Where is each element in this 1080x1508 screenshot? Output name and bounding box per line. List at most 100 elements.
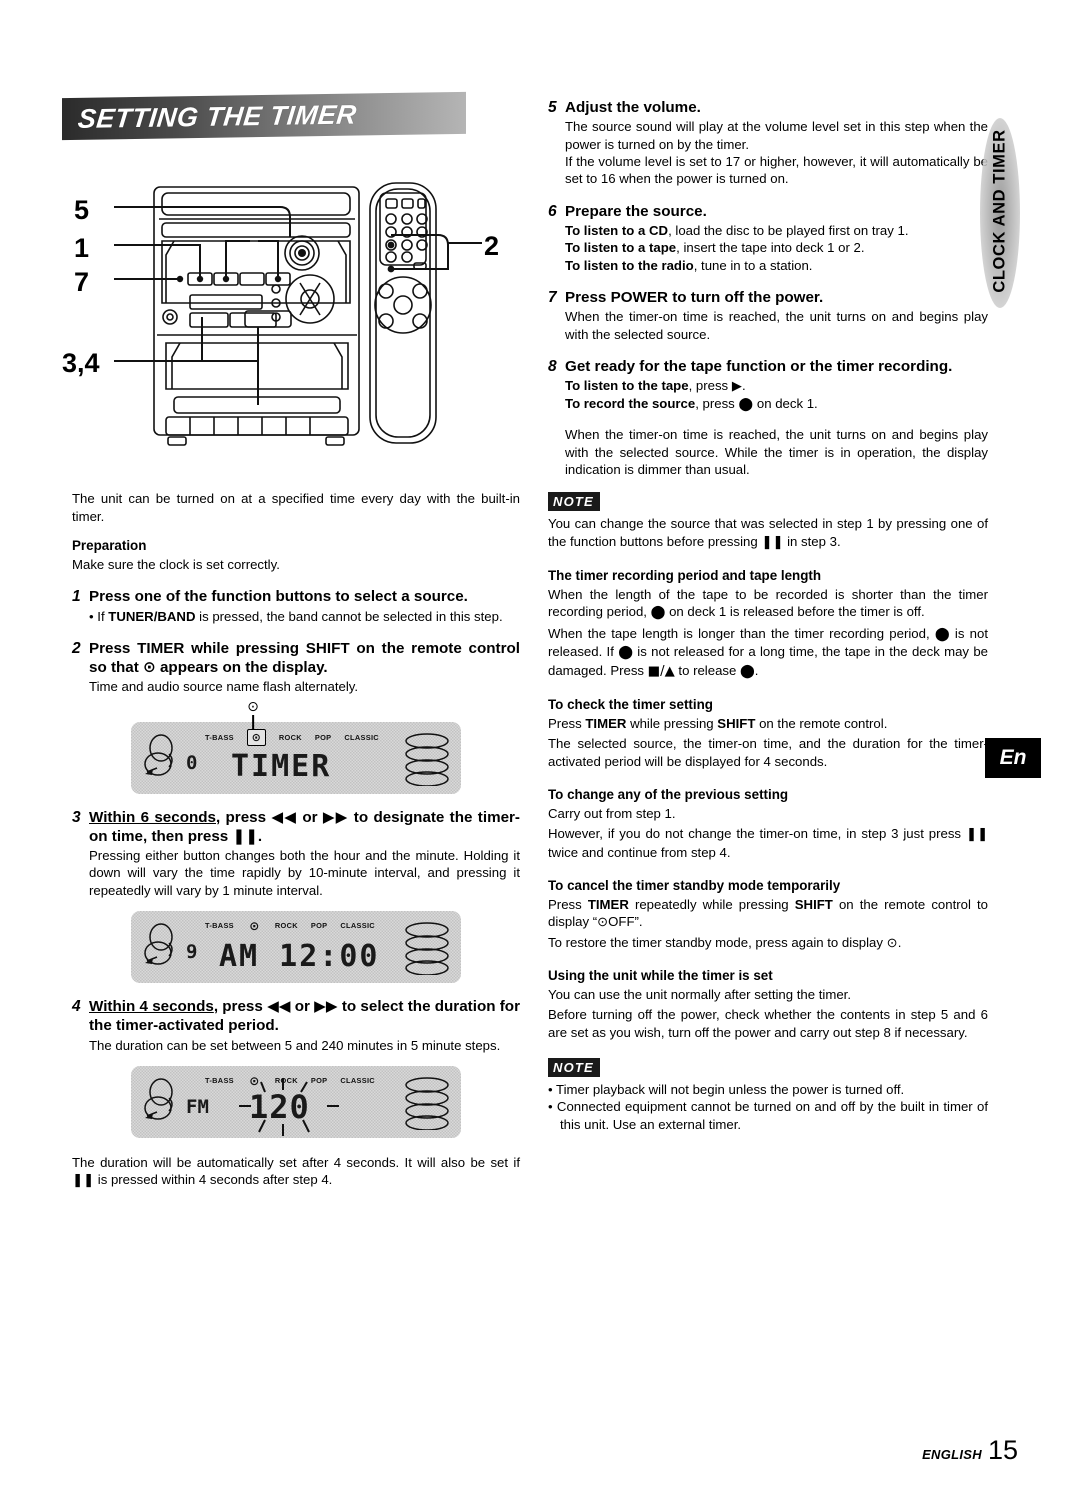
lcd-knob-graphic (144, 923, 173, 966)
rewind-icon: ◀◀ (267, 997, 291, 1016)
change-setting-heading: To change any of the previous setting (548, 787, 789, 803)
intro-paragraph: The unit can be turned on at a specified… (72, 491, 520, 524)
using-unit-p1: You can use the unit normally after sett… (548, 986, 851, 1002)
step-6-number: 6 (548, 202, 557, 220)
step-1-title: Press one of the function buttons to sel… (89, 588, 468, 606)
step-8-after-text: When the timer-on time is reached, the u… (565, 427, 988, 478)
step-8-line-2-bold: To record the source (565, 395, 696, 411)
lcd-mode-labels: T-BASS ⊙ ROCK POP CLASSIC (205, 918, 375, 933)
step-2-title: Press TIMER while pressing SHIFT on the … (89, 640, 520, 677)
step-5-title: Adjust the volume. (565, 99, 701, 116)
step-4-detail: The duration can be set between 5 and 24… (89, 1037, 501, 1053)
cancel-p1-timer: TIMER (587, 896, 629, 912)
lcd-figure-2-wrap: T-BASS ⊙ ROCK POP CLASSIC 9 AM 12:00 (72, 911, 520, 984)
note-badge-2: NOTE (548, 1057, 600, 1077)
step-7-detail: When the timer-on time is reached, the u… (565, 309, 988, 342)
step-1: 1 Press one of the function buttons to s… (72, 587, 520, 625)
clock-icon: ⊙ (143, 658, 156, 677)
step-7: 7 Press POWER to turn off the power. Whe… (548, 288, 988, 343)
step-5: 5 Adjust the volume. The source sound wi… (548, 98, 988, 188)
step-6: 6 Prepare the source. To listen to a CD,… (548, 202, 988, 274)
stop-eject-icon: ■/▲ (647, 663, 675, 679)
side-tab-label: CLOCK AND TIMER (990, 129, 1009, 293)
note-badge-1: NOTE (548, 492, 600, 512)
step-6-line-3-rest: , tune in to a station. (693, 257, 813, 273)
step-2: 2 Press TIMER while pressing SHIFT on th… (72, 639, 520, 696)
fast-forward-icon: ▶▶ (314, 997, 338, 1016)
footer-language-label: ENGLISH (922, 1447, 982, 1462)
label-classic: CLASSIC (344, 732, 379, 742)
step-1-bullet: • If TUNER/BAND is pressed, the band can… (89, 608, 503, 624)
record-icon: ⬤ (650, 605, 666, 621)
step-3-title: Within 6 seconds, press ◀◀ or ▶▶ to desi… (89, 807, 520, 845)
lcd-disc-stack-graphic (405, 922, 449, 976)
system-diagram-svg (114, 182, 482, 446)
page-footer: ENGLISH 15 (922, 1435, 1018, 1466)
recording-section-heading: The timer recording period and tape leng… (548, 568, 822, 584)
clock-indicator-pointer: ⊙ (247, 700, 259, 729)
step-6-line-1-rest: , load the disc to be played first on tr… (668, 222, 909, 238)
lcd2-prefix: 9 (186, 941, 198, 964)
left-closing-text: The duration will be automatically set a… (72, 1155, 520, 1189)
callout-7: 7 (74, 267, 90, 297)
callout-2: 2 (484, 231, 500, 261)
clock-icon: ⊙ (247, 698, 259, 715)
lcd-disc-stack-graphic (405, 733, 449, 786)
step-6-line-1: To listen to a CD, load the disc to be p… (565, 222, 988, 239)
note-2-bullet-1: • Timer playback will not begin unless t… (548, 1081, 905, 1097)
pointer-stem (252, 714, 254, 729)
pause-icon: ❚❚ (72, 1173, 95, 1189)
label-t-bass: T-BASS (205, 921, 234, 931)
step-4: 4 Within 4 seconds, press ◀◀ or ▶▶ to se… (72, 997, 520, 1054)
check-setting-p1: Press TIMER while pressing SHIFT on the … (548, 715, 988, 732)
step-8-line-2-rest: , press ⬤ on deck 1. (695, 395, 818, 411)
step-5-detail-1: The source sound will play at the volume… (565, 119, 988, 152)
language-badge: En (985, 738, 1041, 778)
check-p1-c: while pressing (626, 715, 718, 731)
using-unit-p2: Before turning off the power, check whet… (548, 1007, 988, 1040)
check-p1-a: Press (548, 715, 586, 731)
note-1-text: You can change the source that was selec… (548, 516, 988, 550)
label-t-bass: T-BASS (205, 732, 234, 742)
cancel-standby-heading: To cancel the timer standby mode tempora… (548, 878, 841, 894)
check-setting-p2: The selected source, the timer-on time, … (548, 736, 988, 769)
step-8-title: Get ready for the tape function or the t… (565, 358, 953, 376)
rewind-icon: ◀◀ (271, 807, 297, 826)
lcd-figure-2: T-BASS ⊙ ROCK POP CLASSIC 9 AM 12:00 (131, 911, 461, 984)
label-pop: POP (310, 921, 328, 931)
manual-page: SETTING THE TIMER 5 1 7 3,4 2 The unit c… (0, 0, 1080, 1508)
check-p1-timer: TIMER (585, 715, 627, 731)
using-unit-heading: Using the unit while the timer is set (548, 967, 773, 983)
label-rock: ROCK (274, 921, 298, 931)
step-8-line-1-rest: , press ▶. (688, 378, 746, 394)
lcd-mode-labels: T-BASS ⊙ ROCK POP CLASSIC (205, 728, 379, 746)
section-side-tab: CLOCK AND TIMER (972, 96, 1028, 326)
step-8-number: 8 (548, 358, 557, 376)
step-4-number: 4 (72, 998, 81, 1016)
lcd-figure-1: ⊙ T-BASS ⊙ ROCK POP CLASSIC 0 TIMER (131, 700, 461, 794)
step-7-number: 7 (548, 289, 557, 307)
fast-forward-icon: ▶▶ (322, 807, 349, 826)
callout-3-4: 3,4 (62, 348, 100, 378)
step-8-line-1-bold: To listen to the tape (565, 378, 689, 394)
change-setting-p2: However, if you do not change the timer-… (548, 826, 988, 860)
lcd2-time: AM 12:00 (219, 938, 380, 974)
step-6-line-3: To listen to the radio, tune in to a sta… (565, 257, 988, 274)
clock-icon: ⊙ (246, 728, 266, 746)
callout-5: 5 (74, 195, 90, 225)
right-column: 5 Adjust the volume. The source sound wi… (548, 98, 988, 1133)
step-6-title: Prepare the source. (565, 202, 707, 220)
label-classic: CLASSIC (340, 921, 375, 931)
lcd-knob-graphic (144, 734, 173, 776)
cancel-p1-shift: SHIFT (794, 896, 833, 912)
check-setting-heading: To check the timer setting (548, 697, 713, 713)
record-icon: ⬤ (934, 626, 950, 642)
page-title: SETTING THE TIMER (76, 99, 359, 134)
lcd-disc-stack-graphic (405, 1077, 449, 1130)
step-5-detail-2: If the volume level is set to 17 or high… (565, 153, 988, 187)
step-8: 8 Get ready for the tape function or the… (548, 357, 988, 478)
check-p1-shift: SHIFT (717, 715, 756, 731)
step-7-title: Press POWER to turn off the power. (565, 289, 824, 307)
record-icon: ⬤ (740, 663, 755, 679)
recording-section-p1: When the length of the tape to be record… (548, 587, 988, 621)
